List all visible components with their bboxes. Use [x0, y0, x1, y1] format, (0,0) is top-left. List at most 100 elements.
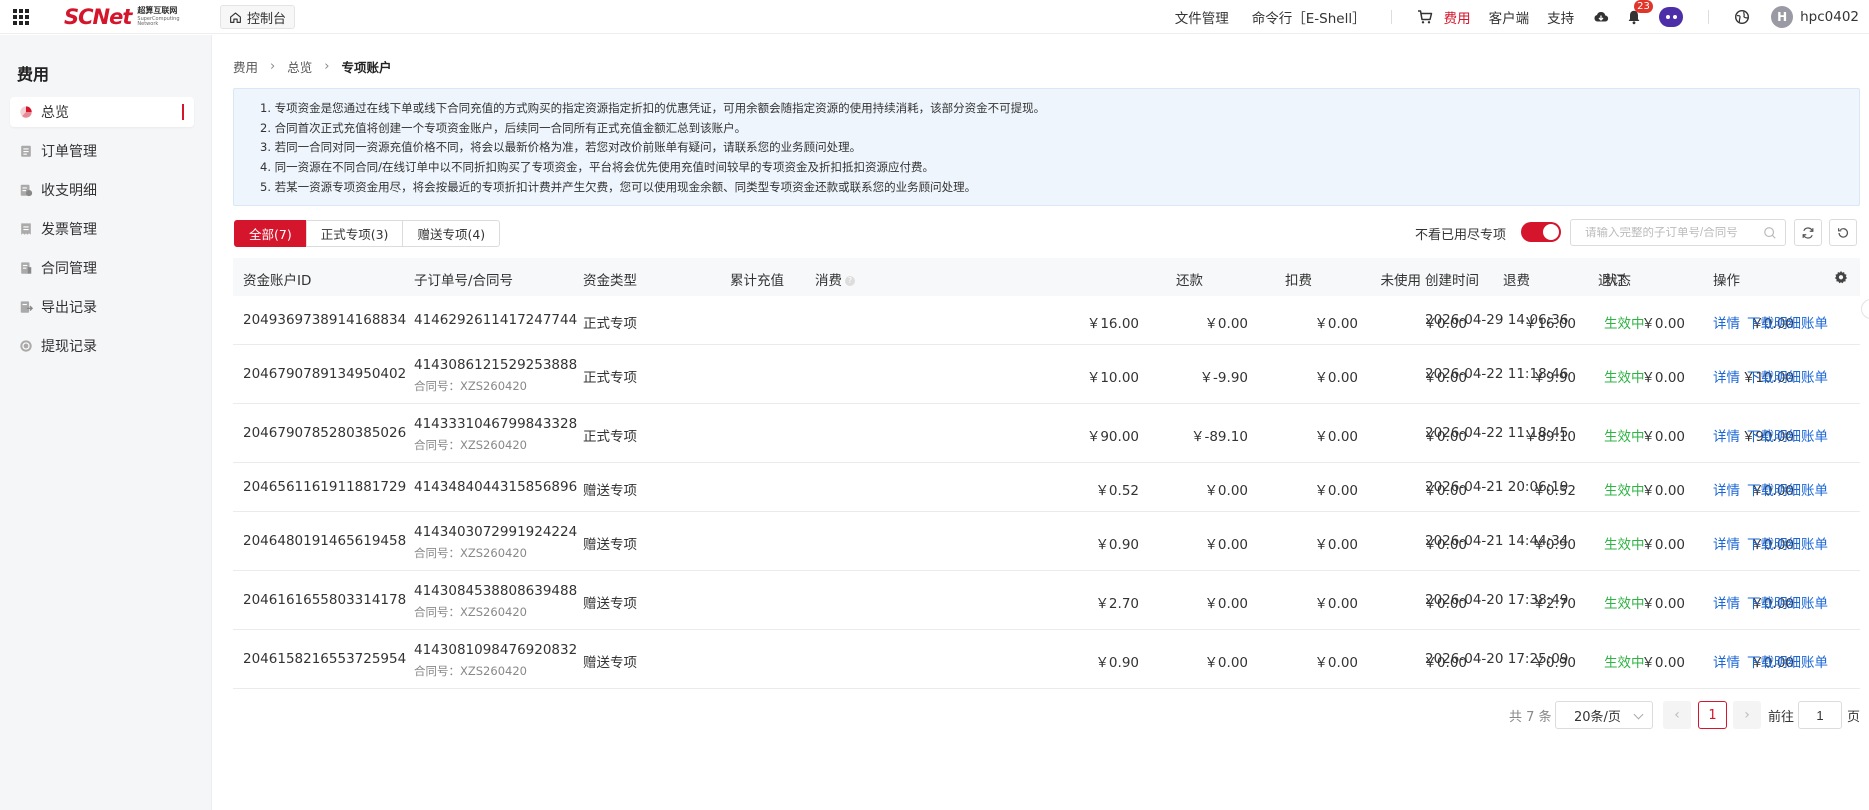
- detail-link[interactable]: 详情: [1713, 592, 1740, 612]
- support-link[interactable]: 支持: [1547, 7, 1574, 27]
- detail-link[interactable]: 详情: [1713, 366, 1740, 386]
- col-repay: 还款: [1176, 273, 1203, 289]
- next-page-button[interactable]: ›: [1733, 701, 1761, 729]
- top-right-nav: 文件管理 命令行［E-Shell］ 费用 客户端 支持 23 H hpc0402: [1175, 0, 1869, 34]
- side-handle[interactable]: [1861, 299, 1869, 319]
- globe-icon[interactable]: [1733, 8, 1751, 26]
- col-account-id: 资金账户ID: [243, 273, 312, 289]
- cell-created: 2026-04-29 14:06:36: [1425, 312, 1569, 328]
- cell-repay: ￥0.00: [1314, 483, 1358, 499]
- cell-recharge: ￥0.52: [1095, 483, 1139, 499]
- sidebar-item-label: 导出记录: [41, 300, 97, 316]
- page-number-current[interactable]: 1: [1698, 701, 1727, 729]
- cell-consume: ￥0.00: [1204, 316, 1248, 332]
- col-status: 状态: [1604, 273, 1631, 289]
- logo-en: SuperComputing Network: [137, 16, 180, 27]
- ai-assistant-icon[interactable]: [1659, 7, 1684, 27]
- breadcrumb-current: 专项账户: [341, 60, 392, 75]
- sidebar-item-label: 提现记录: [41, 339, 97, 355]
- sidebar-item-invoices[interactable]: 发票管理: [10, 214, 194, 244]
- logo[interactable]: SCNet 超算互联网 SuperComputing Network: [64, 3, 180, 31]
- table-row: 2046790785280385026 4143331046799843328 合同…: [233, 404, 1860, 463]
- cell-contract-no: 合同号：XZS260420: [414, 664, 527, 678]
- cloud-download-icon[interactable]: [1592, 8, 1610, 26]
- col-order: 子订单号/合同号: [414, 273, 514, 289]
- col-recharge: 累计充值: [730, 273, 784, 289]
- help-icon[interactable]: ?: [845, 276, 855, 286]
- col-consume: 消费?: [815, 269, 855, 289]
- cell-repay: ￥0.00: [1314, 537, 1358, 553]
- cell-account-id: 2046790785280385026: [243, 425, 407, 441]
- eshell-link[interactable]: 命令行［E-Shell］: [1252, 7, 1366, 27]
- client-link[interactable]: 客户端: [1489, 7, 1530, 27]
- tab-gift[interactable]: 赠送专项(4): [402, 220, 501, 247]
- cell-repay: ￥0.00: [1314, 370, 1358, 386]
- cell-consume: ￥0.00: [1204, 596, 1248, 612]
- goto-label: 前往: [1768, 710, 1795, 725]
- cell-type: 正式专项: [583, 370, 637, 386]
- file-manager-link[interactable]: 文件管理: [1175, 7, 1229, 27]
- export-icon: [20, 301, 33, 313]
- search-input[interactable]: [1585, 226, 1763, 239]
- logo-text: SCNet: [64, 5, 132, 29]
- reset-icon: [1838, 227, 1849, 238]
- col-refund: 退费: [1503, 273, 1530, 289]
- sidebar-item-orders[interactable]: 订单管理: [10, 136, 194, 166]
- divider: [1708, 10, 1710, 24]
- cell-recharge: ￥0.90: [1095, 655, 1139, 671]
- sidebar-item-exports[interactable]: 导出记录: [10, 292, 194, 322]
- detail-link[interactable]: 详情: [1713, 479, 1740, 499]
- sidebar-item-ledger[interactable]: 收支明细: [10, 175, 194, 205]
- console-button[interactable]: 控制台: [220, 5, 296, 29]
- hide-used-label: 不看已用尽专项: [1415, 228, 1507, 243]
- avatar[interactable]: H: [1771, 6, 1794, 28]
- sidebar-item-overview[interactable]: 总览: [10, 97, 194, 127]
- cell-refund: ￥0.00: [1641, 483, 1685, 499]
- goto-page-input[interactable]: [1798, 701, 1842, 729]
- breadcrumb-billing[interactable]: 费用: [233, 57, 258, 76]
- download-statement-link[interactable]: 下载明细账单: [1747, 651, 1828, 671]
- detail-link[interactable]: 详情: [1713, 425, 1740, 445]
- sidebar-item-label: 合同管理: [41, 261, 97, 277]
- table-row: 2046480191465619458 4143403072991924224 合同…: [233, 512, 1860, 571]
- download-statement-link[interactable]: 下载明细账单: [1747, 533, 1828, 553]
- cell-order-no: 4143403072991924224: [414, 524, 578, 540]
- table-row: 2046790789134950402 4143086121529253888 合同…: [233, 345, 1860, 404]
- sidebar-item-withdrawals[interactable]: 提现记录: [10, 331, 194, 361]
- username[interactable]: hpc0402: [1800, 9, 1859, 25]
- cell-consume: ￥0.00: [1204, 537, 1248, 553]
- cell-contract-no: 合同号：XZS260420: [414, 438, 527, 452]
- table-body: 2049369738914168834 4146292611417247744 正式…: [233, 296, 1860, 689]
- download-statement-link[interactable]: 下载明细账单: [1747, 312, 1828, 332]
- cell-recharge: ￥10.00: [1086, 370, 1139, 386]
- cell-refund: ￥0.00: [1641, 537, 1685, 553]
- col-deduct: 扣费: [1285, 273, 1312, 289]
- download-statement-link[interactable]: 下载明细账单: [1747, 366, 1828, 386]
- cell-type: 正式专项: [583, 429, 637, 445]
- cell-order-no: 4143081098476920832: [414, 642, 578, 658]
- reset-button[interactable]: [1829, 219, 1857, 246]
- cart-icon[interactable]: [1416, 8, 1434, 26]
- search-icon[interactable]: [1763, 226, 1777, 240]
- hide-used-toggle[interactable]: [1521, 222, 1561, 242]
- breadcrumb: 费用 › 总览 › 专项账户: [233, 57, 391, 76]
- download-statement-link[interactable]: 下载明细账单: [1747, 425, 1828, 445]
- bell-icon[interactable]: 23: [1625, 0, 1653, 26]
- breadcrumb-overview[interactable]: 总览: [287, 57, 312, 76]
- sidebar-item-contracts[interactable]: 合同管理: [10, 253, 194, 283]
- cell-consume: ￥0.00: [1204, 483, 1248, 499]
- detail-link[interactable]: 详情: [1713, 533, 1740, 553]
- notice-line: 3. 若同一合同对同一资源充值价格不同，将会以最新价格为准，若您对改价前账单有疑…: [260, 140, 862, 155]
- tab-all[interactable]: 全部(7): [234, 220, 307, 247]
- prev-page-button[interactable]: ‹: [1663, 701, 1691, 729]
- billing-link[interactable]: 费用: [1444, 7, 1471, 27]
- tab-formal[interactable]: 正式专项(3): [305, 220, 404, 247]
- download-statement-link[interactable]: 下载明细账单: [1747, 592, 1828, 612]
- page-size-select[interactable]: 20条/页: [1555, 701, 1653, 729]
- detail-link[interactable]: 详情: [1713, 651, 1740, 671]
- refresh-button[interactable]: [1794, 219, 1822, 246]
- gear-icon[interactable]: [1834, 270, 1848, 284]
- download-statement-link[interactable]: 下载明细账单: [1747, 479, 1828, 499]
- apps-grid-icon[interactable]: [13, 9, 29, 25]
- detail-link[interactable]: 详情: [1713, 312, 1740, 332]
